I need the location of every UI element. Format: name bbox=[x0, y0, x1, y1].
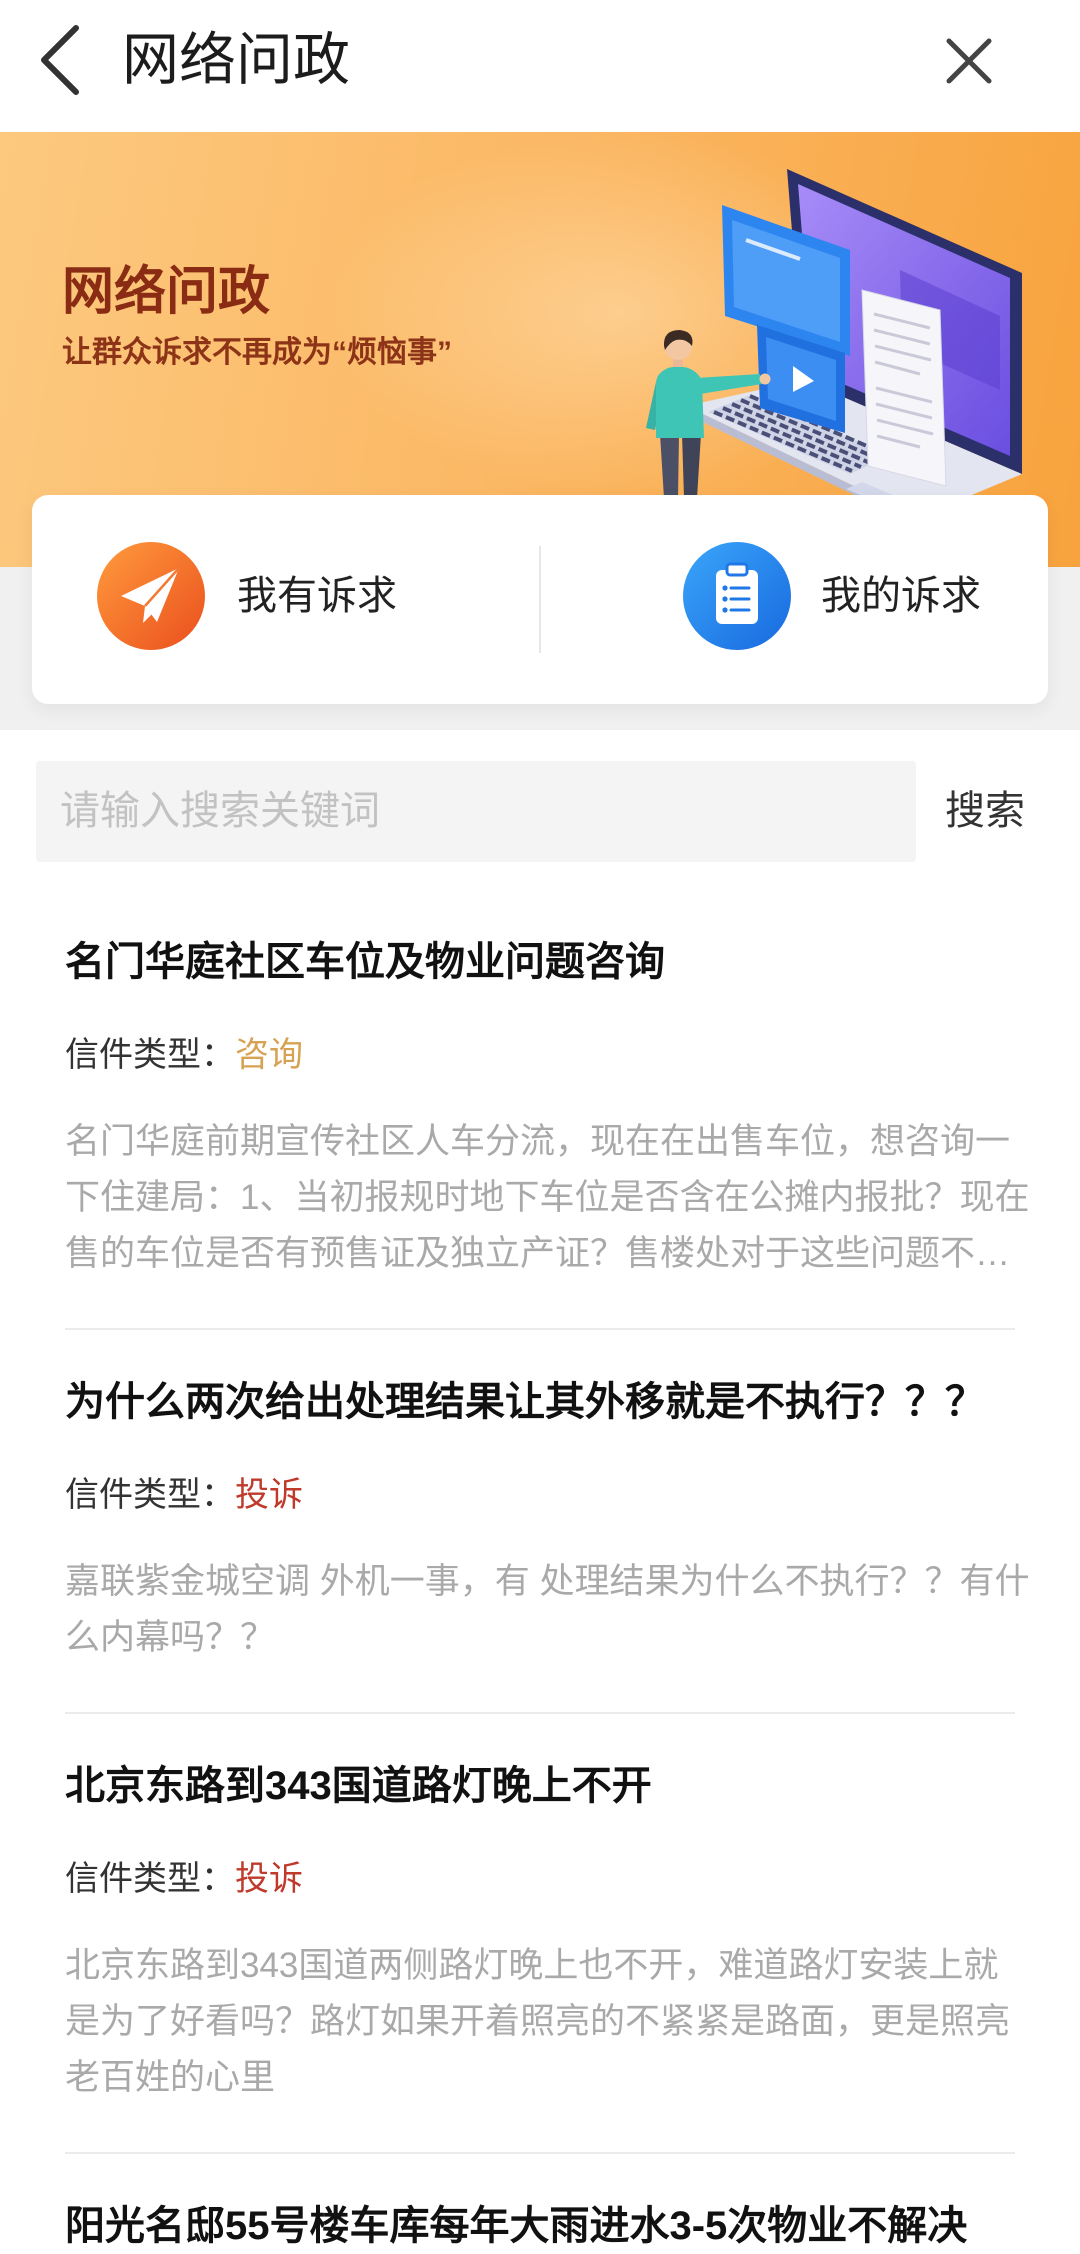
item-description: 名门华庭前期宣传社区人车分流，现在在出售车位，想咨询一 下住建局：1、当初报规时… bbox=[65, 1114, 1029, 1282]
banner-illustration bbox=[646, 169, 1022, 500]
my-requests-button[interactable]: 我的诉求 bbox=[540, 495, 1048, 704]
item-description-line: 么内幕吗？？ bbox=[65, 1618, 276, 1657]
close-icon bbox=[946, 38, 992, 84]
page-title: 网络问政 bbox=[122, 28, 350, 92]
item-type-row: 信件类型：投诉 bbox=[65, 1471, 1015, 1519]
action-card: 我有诉求 我的诉求 bbox=[32, 495, 1048, 704]
item-title: 名门华庭社区车位及物业问题咨询 bbox=[65, 940, 665, 984]
list-item[interactable]: 名门华庭社区车位及物业问题咨询 信件类型：咨询 名门华庭前期宣传社区人车分流，现… bbox=[65, 890, 1029, 1330]
item-type-label: 信件类型： bbox=[65, 1036, 235, 1074]
submit-request-label: 我有诉求 bbox=[237, 574, 397, 618]
item-type-row: 信件类型：投诉 bbox=[65, 1855, 1015, 1903]
item-description-line: 售的车位是否有预售证及独立产证？售楼处对于这些问题不… bbox=[65, 1234, 1011, 1273]
item-type-row: 信件类型：咨询 bbox=[65, 1031, 1015, 1079]
item-description-line: 是为了好看吗？路灯如果开着照亮的不紧紧是路面，更是照亮 bbox=[65, 2002, 1011, 2041]
search-button[interactable]: 搜索 bbox=[930, 761, 1040, 862]
chevron-left-icon bbox=[41, 25, 79, 95]
item-description-line: 下住建局：1、当初报规时地下车位是否含在公摊内报批？现在 bbox=[65, 1178, 1030, 1217]
search-input[interactable] bbox=[36, 761, 916, 862]
item-description: 北京东路到343国道两侧路灯晚上也不开，难道路灯安装上就 是为了好看吗？路灯如果… bbox=[65, 1938, 1015, 2106]
item-title: 为什么两次给出处理结果让其外移就是不执行？？？ bbox=[65, 1380, 985, 1424]
clipboard-list-icon bbox=[683, 542, 791, 650]
item-title: 阳光名邸55号楼车库每年大雨进水3-5次物业不解决 bbox=[65, 2204, 968, 2248]
top-bar: 网络问政 bbox=[0, 0, 1080, 132]
item-description-line: 嘉联紫金城空调 外机一事，有 处理结果为什么不执行？？有什 bbox=[65, 1562, 1030, 1601]
item-type-value: 投诉 bbox=[235, 1860, 303, 1898]
item-title: 北京东路到343国道路灯晚上不开 bbox=[65, 1764, 652, 1808]
list-item[interactable]: 为什么两次给出处理结果让其外移就是不执行？？？ 信件类型：投诉 嘉联紫金城空调 … bbox=[65, 1330, 1029, 1714]
item-type-label: 信件类型： bbox=[65, 1476, 235, 1514]
item-description-line: 老百姓的心里 bbox=[65, 2058, 276, 2097]
item-type-value: 咨询 bbox=[235, 1036, 303, 1074]
item-type-label: 信件类型： bbox=[65, 1860, 235, 1898]
submit-request-button[interactable]: 我有诉求 bbox=[32, 495, 540, 704]
item-description: 嘉联紫金城空调 外机一事，有 处理结果为什么不执行？？有什 么内幕吗？？ bbox=[65, 1554, 1029, 1666]
back-button[interactable] bbox=[38, 24, 82, 96]
paper-plane-icon bbox=[97, 542, 205, 650]
banner-subtitle: 让群众诉求不再成为“烦恼事” bbox=[62, 336, 452, 369]
my-requests-label: 我的诉求 bbox=[821, 574, 981, 618]
list-item[interactable]: 阳光名邸55号楼车库每年大雨进水3-5次物业不解决 bbox=[65, 2154, 1015, 2254]
item-description-line: 名门华庭前期宣传社区人车分流，现在在出售车位，想咨询一 bbox=[65, 1122, 1011, 1161]
item-description-line: 北京东路到343国道两侧路灯晚上也不开，难道路灯安装上就 bbox=[65, 1946, 999, 1985]
close-button[interactable] bbox=[944, 36, 994, 86]
item-type-value: 投诉 bbox=[235, 1476, 303, 1514]
letter-list: 名门华庭社区车位及物业问题咨询 信件类型：咨询 名门华庭前期宣传社区人车分流，现… bbox=[65, 890, 1029, 2254]
banner-title: 网络问政 bbox=[62, 263, 271, 321]
list-item[interactable]: 北京东路到343国道路灯晚上不开 信件类型：投诉 北京东路到343国道两侧路灯晚… bbox=[65, 1714, 1015, 2154]
